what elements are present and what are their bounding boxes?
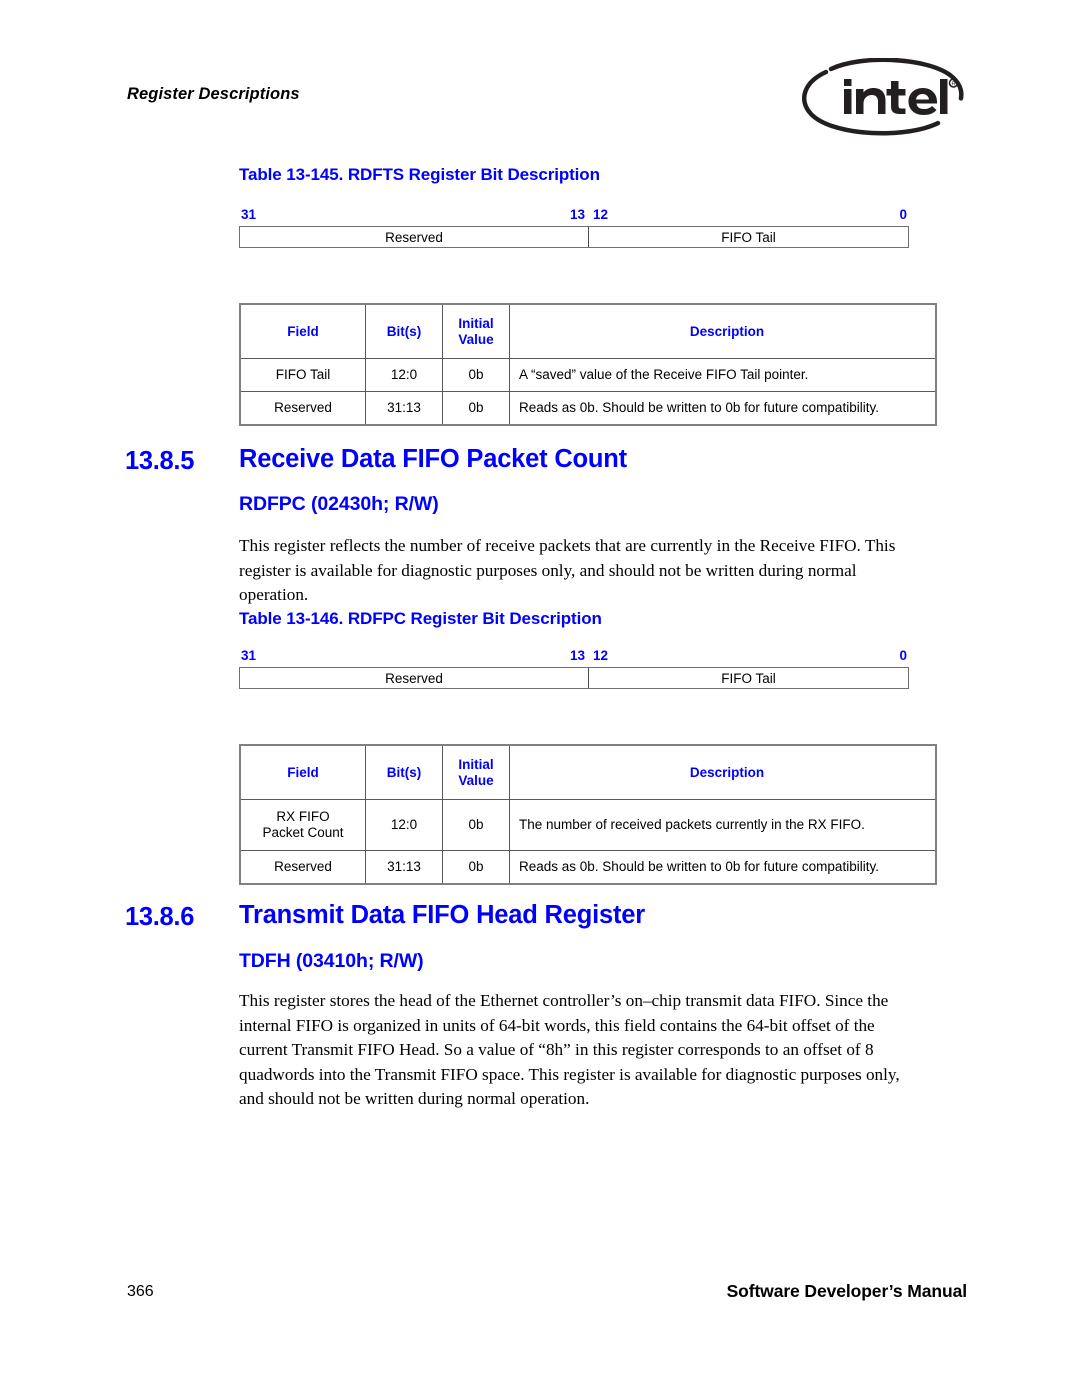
bit-label-0: 0 xyxy=(899,207,907,222)
table-row: RX FIFO Packet Count 12:0 0b The number … xyxy=(239,799,937,851)
footer-page-number: 366 xyxy=(127,1283,154,1300)
cell-description: The number of received packets currently… xyxy=(509,799,937,851)
table-row: FIFO Tail 12:0 0b A “saved” value of the… xyxy=(239,358,937,392)
footer-manual-title: Software Developer’s Manual xyxy=(726,1281,968,1301)
cell-bits: 12:0 xyxy=(365,358,443,392)
bit-field-diagram-rdfts: 31 13 12 0 Reserved FIFO Tail xyxy=(239,207,909,248)
bit-label-31: 31 xyxy=(241,207,257,222)
svg-text:R: R xyxy=(952,82,956,88)
bit-label-31: 31 xyxy=(241,648,257,663)
cell-initial-value: 0b xyxy=(442,358,510,392)
bit-field-reserved: Reserved xyxy=(240,668,589,688)
bit-label-0: 0 xyxy=(899,648,907,663)
cell-description: A “saved” value of the Receive FIFO Tail… xyxy=(509,358,937,392)
section-title-13-8-6: Transmit Data FIFO Head Register xyxy=(239,901,645,929)
cell-initial-value: 0b xyxy=(442,799,510,851)
bit-label-12: 12 xyxy=(593,648,609,663)
column-header-description: Description xyxy=(509,744,937,800)
bit-field-diagram-rdfpc: 31 13 12 0 Reserved FIFO Tail xyxy=(239,648,909,689)
table-header-row: Field Bit(s) Initial Value Description xyxy=(239,303,937,359)
initial-value-line2: Value xyxy=(458,772,494,788)
bit-field-reserved: Reserved xyxy=(240,227,589,247)
cell-bits: 31:13 xyxy=(365,391,443,425)
cell-bits: 12:0 xyxy=(365,799,443,851)
column-header-bits: Bit(s) xyxy=(365,744,443,800)
bit-field-fifo-tail: FIFO Tail xyxy=(721,670,776,686)
table-caption-13-145: Table 13-145. RDFTS Register Bit Descrip… xyxy=(239,165,600,184)
cell-field-line1: RX FIFO xyxy=(276,809,330,824)
bit-field-boxes: Reserved FIFO Tail xyxy=(239,667,909,689)
initial-value-line1: Initial xyxy=(458,316,494,331)
table-header-row: Field Bit(s) Initial Value Description xyxy=(239,744,937,800)
running-header: Register Descriptions xyxy=(127,85,300,103)
bit-position-labels: 31 13 12 0 xyxy=(239,207,909,226)
cell-initial-value: 0b xyxy=(442,850,510,884)
initial-value-line1: Initial xyxy=(458,757,494,772)
column-header-field: Field xyxy=(239,303,366,359)
section-subtitle-rdfpc: RDFPC (02430h; R/W) xyxy=(239,493,439,515)
section-title-13-8-5: Receive Data FIFO Packet Count xyxy=(239,445,627,473)
register-bit-table-rdfts: Field Bit(s) Initial Value Description F… xyxy=(239,303,937,426)
table-caption-13-146: Table 13-146. RDFPC Register Bit Descrip… xyxy=(239,609,602,628)
cell-field-line2: Packet Count xyxy=(262,825,344,840)
section-number-13-8-6: 13.8.6 xyxy=(125,903,195,931)
cell-bits: 31:13 xyxy=(365,850,443,884)
column-header-description: Description xyxy=(509,303,937,359)
cell-description: Reads as 0b. Should be written to 0b for… xyxy=(509,391,937,425)
section-body-13-8-6: This register stores the head of the Eth… xyxy=(239,991,900,1108)
cell-field: FIFO Tail xyxy=(239,358,366,392)
bit-label-13: 13 xyxy=(570,648,586,663)
column-header-initial-value: Initial Value xyxy=(442,303,510,359)
cell-field: Reserved xyxy=(239,391,366,425)
document-page: Register Descriptions R Table 13-145. RD… xyxy=(0,0,1080,1397)
column-header-bits: Bit(s) xyxy=(365,303,443,359)
bit-label-12: 12 xyxy=(593,207,609,222)
table-row: Reserved 31:13 0b Reads as 0b. Should be… xyxy=(239,850,937,884)
bit-field-boxes: Reserved FIFO Tail xyxy=(239,226,909,248)
bit-label-13: 13 xyxy=(570,207,586,222)
column-header-field: Field xyxy=(239,744,366,800)
bit-field-fifo-tail: FIFO Tail xyxy=(721,229,776,245)
section-body-13-8-5: This register reflects the number of rec… xyxy=(239,536,896,604)
section-number-13-8-5: 13.8.5 xyxy=(125,447,195,475)
section-subtitle-tdfh: TDFH (03410h; R/W) xyxy=(239,950,424,972)
initial-value-line2: Value xyxy=(458,331,494,347)
cell-field: Reserved xyxy=(239,850,366,884)
intel-logo: R xyxy=(800,58,965,136)
table-row: Reserved 31:13 0b Reads as 0b. Should be… xyxy=(239,391,937,425)
register-bit-table-rdfpc: Field Bit(s) Initial Value Description R… xyxy=(239,744,937,885)
cell-field: RX FIFO Packet Count xyxy=(239,799,366,851)
cell-initial-value: 0b xyxy=(442,391,510,425)
column-header-initial-value: Initial Value xyxy=(442,744,510,800)
bit-position-labels: 31 13 12 0 xyxy=(239,648,909,667)
cell-description: Reads as 0b. Should be written to 0b for… xyxy=(509,850,937,884)
